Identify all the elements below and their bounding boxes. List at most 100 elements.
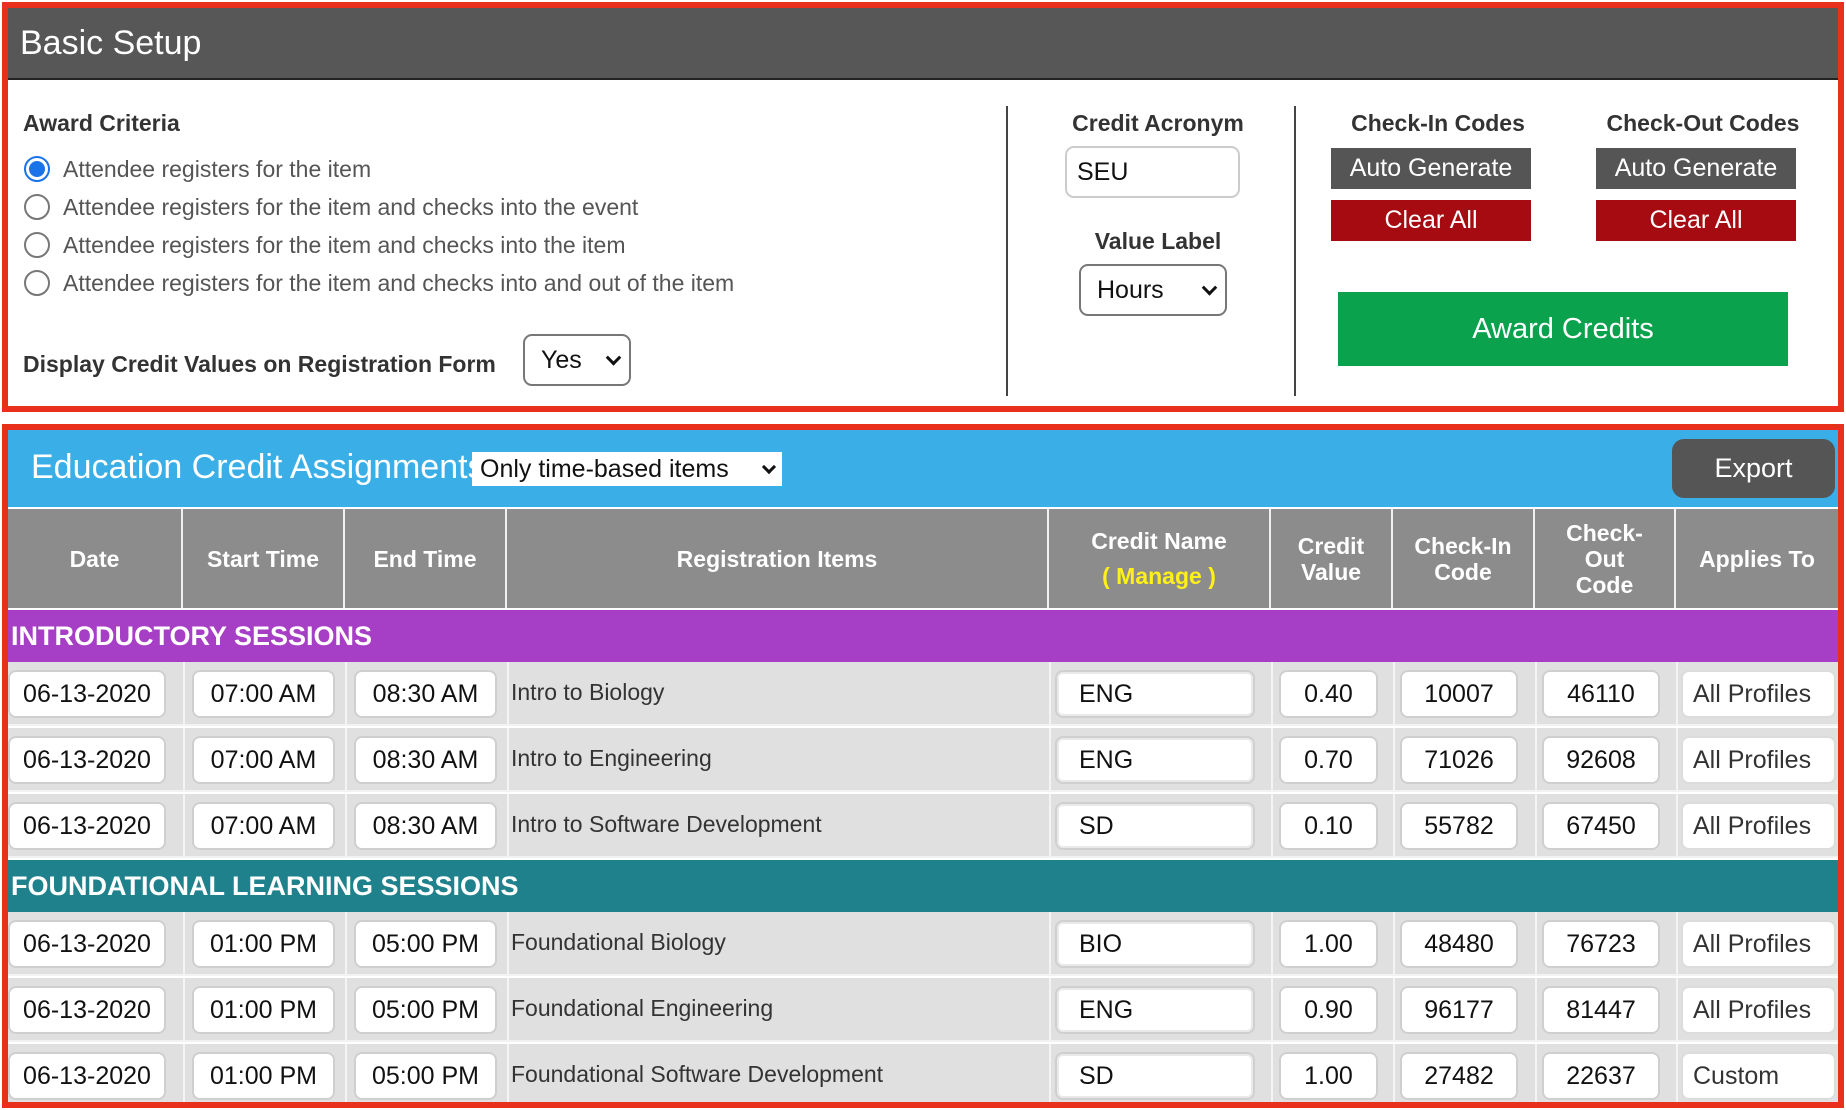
end-time-input[interactable]: 05:00 PM <box>354 986 497 1034</box>
applies-to-select[interactable]: All Profiles <box>1681 736 1836 784</box>
cell-separator <box>1271 912 1273 976</box>
chevron-down-icon <box>761 459 777 475</box>
credit-name-input[interactable]: BIO <box>1055 920 1255 968</box>
end-time-input[interactable]: 05:00 PM <box>354 1052 497 1100</box>
item-filter-select[interactable]: Only time-based items <box>472 452 782 486</box>
date-input[interactable]: 06-13-2020 <box>8 736 166 784</box>
credit-name-input[interactable]: ENG <box>1055 736 1255 784</box>
export-button[interactable]: Export <box>1672 439 1835 498</box>
end-time-input[interactable]: 08:30 AM <box>354 802 497 850</box>
date-input[interactable]: 06-13-2020 <box>8 802 166 850</box>
cell-separator <box>345 978 347 1042</box>
checkin-auto-generate-button[interactable]: Auto Generate <box>1331 148 1531 189</box>
radio-icon[interactable] <box>24 270 50 296</box>
checkin-code-input[interactable]: 48480 <box>1400 920 1518 968</box>
education-title: Education Credit Assignments <box>31 448 485 486</box>
applies-to-select[interactable]: Custom <box>1681 1052 1836 1100</box>
credit-name-input[interactable]: ENG <box>1055 670 1255 718</box>
award-option-4[interactable]: Attendee registers for the item and chec… <box>24 268 734 298</box>
manage-link[interactable]: ( Manage ) <box>1102 563 1216 589</box>
applies-to-select[interactable]: All Profiles <box>1681 920 1836 968</box>
checkout-code-input[interactable]: 46110 <box>1542 670 1660 718</box>
credit-name-input[interactable]: SD <box>1055 802 1255 850</box>
credit-value-input[interactable]: 0.90 <box>1279 986 1378 1034</box>
radio-icon[interactable] <box>24 232 50 258</box>
registration-item-name: Foundational Biology <box>511 929 726 955</box>
start-time-input[interactable]: 07:00 AM <box>192 736 335 784</box>
award-option-label: Attendee registers for the item and chec… <box>63 193 639 220</box>
award-option-3[interactable]: Attendee registers for the item and chec… <box>24 230 626 260</box>
credit-acronym-input[interactable]: SEU <box>1065 146 1240 198</box>
credit-value-input[interactable]: 0.40 <box>1279 670 1378 718</box>
applies-to-select[interactable]: All Profiles <box>1681 802 1836 850</box>
checkin-code-input[interactable]: 96177 <box>1400 986 1518 1034</box>
date-input[interactable]: 06-13-2020 <box>8 986 166 1034</box>
table-row: 06-13-2020 07:00 AM 08:30 AM Intro to Softw… <box>8 794 1838 858</box>
cell-separator <box>345 728 347 792</box>
start-time-input[interactable]: 01:00 PM <box>192 920 335 968</box>
value-label-select[interactable]: Hours <box>1079 264 1227 316</box>
cell-separator <box>1676 662 1678 726</box>
col-credit-name: Credit Name ( Manage ) <box>1049 509 1271 608</box>
checkout-code-input[interactable]: 92608 <box>1542 736 1660 784</box>
credit-value-input[interactable]: 1.00 <box>1279 920 1378 968</box>
radio-icon[interactable] <box>24 194 50 220</box>
end-time-input[interactable]: 05:00 PM <box>354 920 497 968</box>
cell-separator <box>1049 978 1051 1042</box>
credit-name-input[interactable]: ENG <box>1055 986 1255 1034</box>
radio-selected-icon[interactable] <box>24 156 50 182</box>
col-checkout-code: Check- Out Code <box>1535 509 1676 608</box>
checkin-code-input[interactable]: 71026 <box>1400 736 1518 784</box>
table-row: 06-13-2020 01:00 PM 05:00 PM Foundational S… <box>8 1044 1838 1102</box>
cell-separator <box>1049 1044 1051 1102</box>
cell-separator <box>1676 912 1678 976</box>
group-header: FOUNDATIONAL LEARNING SESSIONS <box>8 860 1838 912</box>
start-time-input[interactable]: 01:00 PM <box>192 1052 335 1100</box>
checkin-clear-all-button[interactable]: Clear All <box>1331 200 1531 241</box>
date-input[interactable]: 06-13-2020 <box>8 920 166 968</box>
cell-separator <box>1535 978 1537 1042</box>
end-time-input[interactable]: 08:30 AM <box>354 736 497 784</box>
award-option-1[interactable]: Attendee registers for the item <box>24 154 371 184</box>
checkin-code-input[interactable]: 55782 <box>1400 802 1518 850</box>
group-header: INTRODUCTORY SESSIONS <box>8 610 1838 662</box>
award-credits-button[interactable]: Award Credits <box>1338 292 1788 366</box>
display-credit-value: Yes <box>541 345 582 374</box>
education-header: Education Credit Assignments Only time-b… <box>8 430 1838 507</box>
cell-separator <box>1049 728 1051 792</box>
start-time-input[interactable]: 07:00 AM <box>192 802 335 850</box>
start-time-input[interactable]: 01:00 PM <box>192 986 335 1034</box>
award-option-label: Attendee registers for the item and chec… <box>63 269 735 296</box>
checkout-auto-generate-button[interactable]: Auto Generate <box>1596 148 1796 189</box>
award-option-2[interactable]: Attendee registers for the item and chec… <box>24 192 638 222</box>
table-row: 06-13-2020 07:00 AM 08:30 AM Intro to Engin… <box>8 728 1838 792</box>
value-label-label: Value Label <box>1094 228 1222 254</box>
date-input[interactable]: 06-13-2020 <box>8 1052 166 1100</box>
checkout-clear-all-button[interactable]: Clear All <box>1596 200 1796 241</box>
checkin-code-input[interactable]: 27482 <box>1400 1052 1518 1100</box>
display-credit-select[interactable]: Yes <box>523 334 631 386</box>
credit-value-input[interactable]: 0.70 <box>1279 736 1378 784</box>
checkout-code-input[interactable]: 22637 <box>1542 1052 1660 1100</box>
applies-to-select[interactable]: All Profiles <box>1681 670 1836 718</box>
chevron-down-icon <box>605 350 622 366</box>
end-time-input[interactable]: 08:30 AM <box>354 670 497 718</box>
credit-name-input[interactable]: SD <box>1055 1052 1255 1100</box>
checkout-code-input[interactable]: 81447 <box>1542 986 1660 1034</box>
start-time-input[interactable]: 07:00 AM <box>192 670 335 718</box>
table-row: 06-13-2020 01:00 PM 05:00 PM Foundational E… <box>8 978 1838 1042</box>
checkin-code-input[interactable]: 10007 <box>1400 670 1518 718</box>
applies-to-select[interactable]: All Profiles <box>1681 986 1836 1034</box>
cell-separator <box>507 1044 509 1102</box>
registration-item-name: Intro to Software Development <box>511 811 822 837</box>
cell-separator <box>345 912 347 976</box>
col-checkin-code: Check-In Code <box>1393 509 1535 608</box>
checkout-code-input[interactable]: 67450 <box>1542 802 1660 850</box>
cell-separator <box>1271 728 1273 792</box>
checkout-code-input[interactable]: 76723 <box>1542 920 1660 968</box>
cell-separator <box>183 662 185 726</box>
credit-value-input[interactable]: 1.00 <box>1279 1052 1378 1100</box>
date-input[interactable]: 06-13-2020 <box>8 670 166 718</box>
cell-separator <box>345 1044 347 1102</box>
credit-value-input[interactable]: 0.10 <box>1279 802 1378 850</box>
